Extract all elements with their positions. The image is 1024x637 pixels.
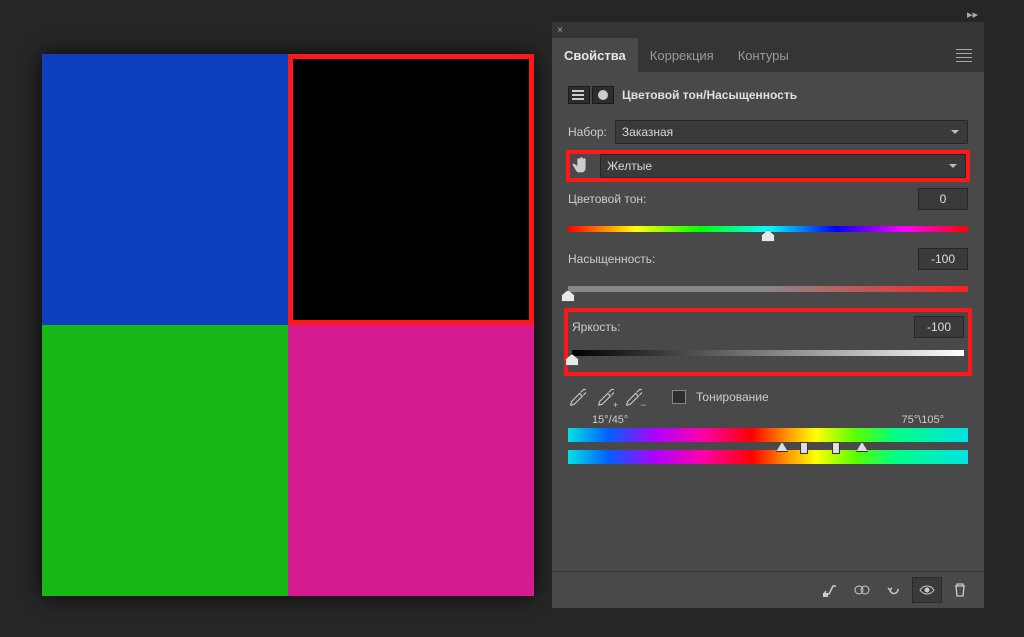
view-previous-icon[interactable] bbox=[848, 578, 876, 602]
eyedropper-icon[interactable] bbox=[568, 386, 586, 408]
channel-select[interactable]: Желтые bbox=[600, 154, 966, 178]
toggle-visibility-icon[interactable] bbox=[912, 577, 942, 603]
square-black-highlighted bbox=[288, 54, 534, 325]
range-left: 15°/45° bbox=[592, 414, 628, 426]
panel-footer bbox=[552, 571, 984, 608]
range-marker-4[interactable] bbox=[856, 442, 868, 452]
eyedropper-add-icon[interactable]: + bbox=[596, 386, 614, 408]
panel-menu-icon[interactable] bbox=[952, 38, 976, 72]
canvas[interactable] bbox=[42, 54, 534, 596]
panel-titlebar[interactable]: × bbox=[552, 22, 984, 38]
hue-label: Цветовой тон: bbox=[568, 192, 646, 206]
saturation-label: Насыщенность: bbox=[568, 252, 655, 266]
panel-tabs: Свойства Коррекция Контуры bbox=[552, 38, 984, 72]
lightness-slider[interactable] bbox=[572, 342, 964, 362]
channel-row-highlighted: Желтые bbox=[568, 152, 968, 180]
saturation-value[interactable]: -100 bbox=[918, 248, 968, 270]
color-bar-top bbox=[568, 428, 968, 442]
properties-panel: ▸▸ × Свойства Коррекция Контуры Цветовой… bbox=[552, 22, 984, 608]
range-labels: 15°/45° 75°\105° bbox=[592, 414, 944, 426]
range-marker-2[interactable] bbox=[800, 442, 808, 454]
hue-slider[interactable] bbox=[568, 218, 968, 238]
lightness-value[interactable]: -100 bbox=[914, 316, 964, 338]
range-marker-1[interactable] bbox=[776, 442, 788, 452]
preset-select[interactable]: Заказная bbox=[615, 120, 968, 144]
tab-correction[interactable]: Коррекция bbox=[638, 38, 726, 72]
mask-icon[interactable] bbox=[592, 86, 614, 104]
lightness-section-highlighted: Яркость: -100 bbox=[564, 308, 972, 376]
square-magenta bbox=[288, 325, 534, 596]
tab-properties[interactable]: Свойства bbox=[552, 38, 638, 72]
range-marker-3[interactable] bbox=[832, 442, 840, 454]
eyedropper-subtract-icon[interactable]: − bbox=[624, 386, 642, 408]
tab-paths[interactable]: Контуры bbox=[726, 38, 801, 72]
colorize-label: Тонирование bbox=[696, 390, 769, 404]
workspace bbox=[0, 0, 552, 637]
range-right: 75°\105° bbox=[902, 414, 944, 426]
delete-icon[interactable] bbox=[946, 578, 974, 602]
reset-icon[interactable] bbox=[880, 578, 908, 602]
color-range-bars[interactable] bbox=[568, 428, 968, 472]
saturation-section: Насыщенность: -100 bbox=[568, 248, 968, 298]
square-green bbox=[42, 325, 288, 596]
preset-label: Набор: bbox=[568, 125, 607, 139]
clip-to-layer-icon[interactable] bbox=[816, 578, 844, 602]
hue-sat-icon[interactable] bbox=[568, 86, 590, 104]
hue-value[interactable]: 0 bbox=[918, 188, 968, 210]
scrubby-hand-icon[interactable] bbox=[570, 155, 592, 177]
colorize-checkbox[interactable] bbox=[672, 390, 686, 404]
adjustment-title: Цветовой тон/Насыщенность bbox=[622, 88, 797, 102]
preset-row: Набор: Заказная bbox=[568, 120, 968, 144]
eyedropper-row: + − Тонирование bbox=[568, 386, 968, 408]
color-bar-bottom bbox=[568, 450, 968, 464]
square-blue bbox=[42, 54, 288, 325]
close-icon[interactable]: × bbox=[552, 22, 568, 38]
panel-body: Цветовой тон/Насыщенность Набор: Заказна… bbox=[552, 72, 984, 472]
hue-section: Цветовой тон: 0 bbox=[568, 188, 968, 238]
adjustment-header: Цветовой тон/Насыщенность bbox=[568, 86, 968, 104]
collapse-icon[interactable]: ▸▸ bbox=[967, 8, 978, 21]
lightness-label: Яркость: bbox=[572, 320, 620, 334]
saturation-slider[interactable] bbox=[568, 278, 968, 298]
